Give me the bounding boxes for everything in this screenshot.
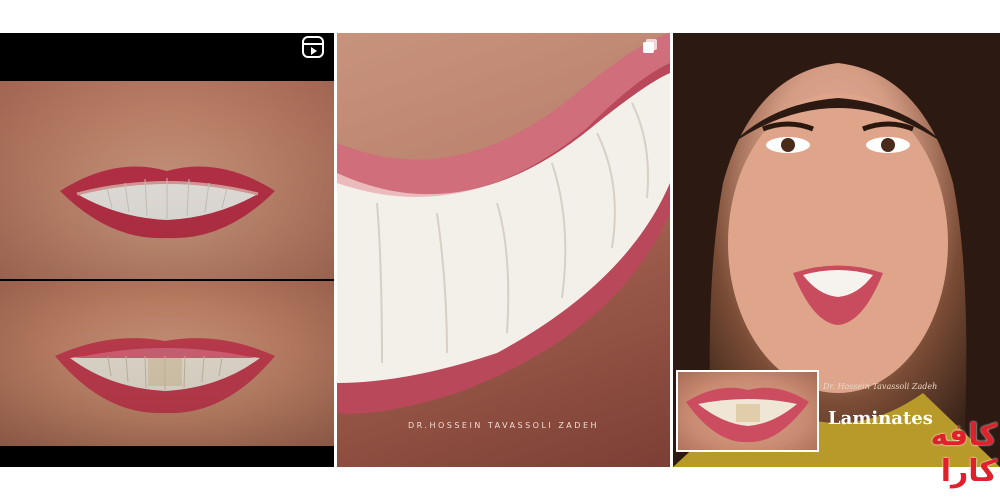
cafekara-logo: کافه کارا xyxy=(925,418,997,498)
multiple-images-icon xyxy=(643,39,658,54)
closeup-lips-graphic xyxy=(337,33,670,414)
inset-lips-graphic xyxy=(686,387,809,443)
logo-text-line2: کارا xyxy=(940,454,997,489)
doctor-signature-script: Dr. Hossein Tavassoli Zadeh xyxy=(823,382,938,391)
post-tile-closeup[interactable]: DR.HOSSEIN TAVASSOLI ZADEH xyxy=(337,33,670,467)
laminates-caption: Laminates xyxy=(828,408,933,429)
smile-lips-graphic xyxy=(55,338,275,414)
smile-photo-after xyxy=(0,81,334,279)
logo-text-line1: کافه xyxy=(930,418,997,453)
post-tile-before-after[interactable] xyxy=(0,33,334,467)
doctor-signature: DR.HOSSEIN TAVASSOLI ZADEH xyxy=(407,421,600,430)
instagram-grid: DR.HOSSEIN TAVASSOLI ZADEH Dr. Hossein T… xyxy=(0,33,1000,467)
smile-lips-graphic xyxy=(60,166,275,239)
post-tile-portrait[interactable]: Dr. Hossein Tavassoli Zadeh Laminates xyxy=(673,33,1000,467)
smile-photo-before xyxy=(0,281,334,446)
reels-icon xyxy=(302,36,324,58)
inset-before-photo xyxy=(676,370,819,452)
